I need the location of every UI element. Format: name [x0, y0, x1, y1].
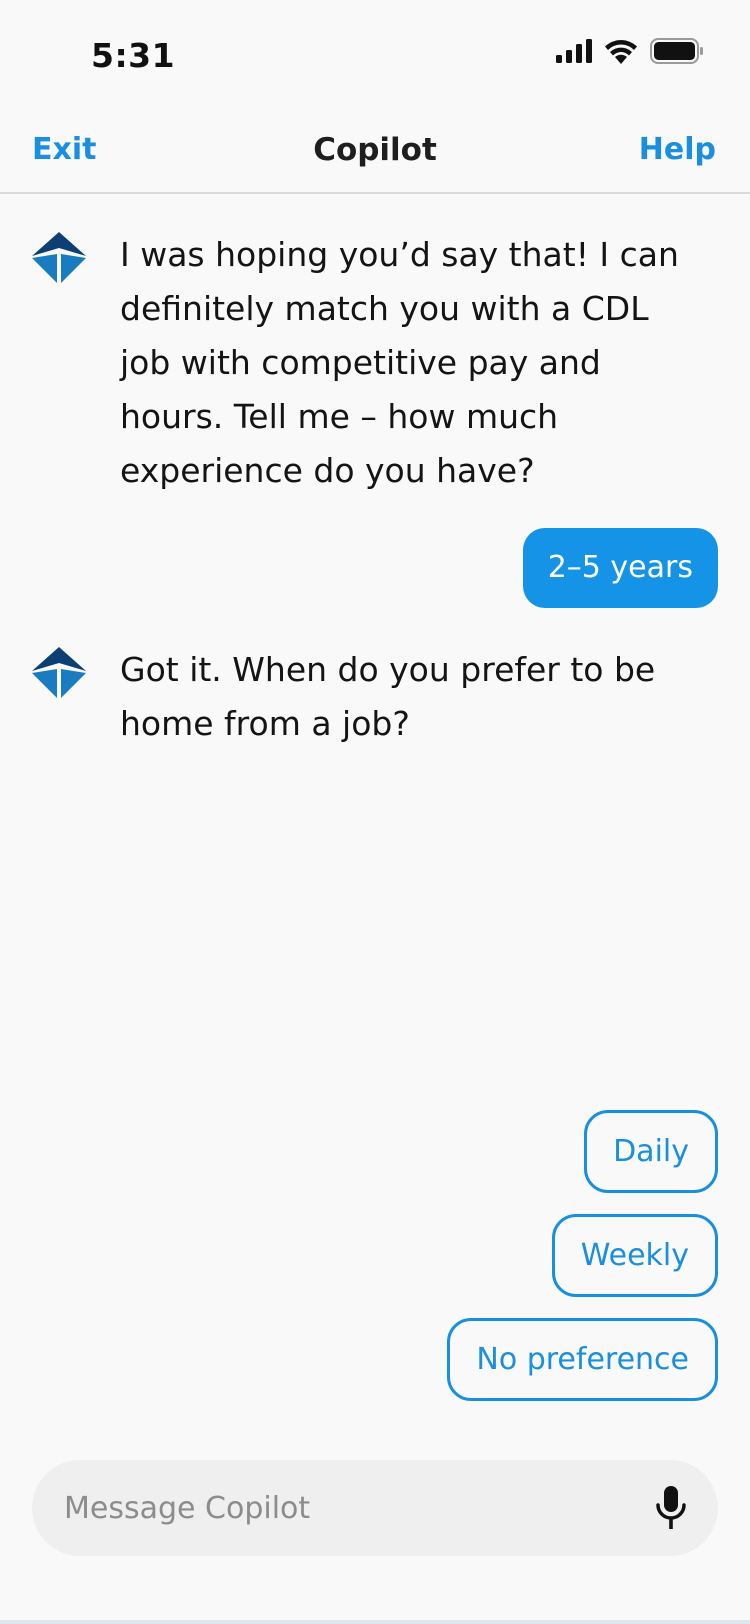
- quick-reply-weekly[interactable]: Weekly: [551, 1214, 718, 1297]
- wifi-icon: [605, 39, 637, 64]
- page-title: Copilot: [313, 132, 437, 168]
- message-composer: [32, 1460, 718, 1556]
- status-time: 5:31: [91, 36, 176, 75]
- status-bar: 5:31: [0, 0, 750, 110]
- copilot-logo-icon: [32, 647, 86, 698]
- microphone-icon[interactable]: [656, 1486, 686, 1530]
- bot-message: I was hoping you’d say that! I can defin…: [30, 228, 720, 498]
- quick-reply-daily[interactable]: Daily: [584, 1110, 718, 1193]
- bot-message: Got it. When do you prefer to be home fr…: [30, 643, 720, 751]
- quick-reply-no-preference[interactable]: No preference: [447, 1318, 718, 1401]
- bot-message-text: Got it. When do you prefer to be home fr…: [120, 650, 656, 743]
- message-input[interactable]: [64, 1460, 624, 1556]
- nav-bar: Exit Copilot Help: [0, 120, 750, 194]
- user-message-bubble: 2–5 years: [522, 528, 718, 608]
- bot-message-text: I was hoping you’d say that! I can defin…: [120, 235, 679, 490]
- quick-replies: Daily Weekly No preference: [447, 1110, 718, 1401]
- home-indicator-line: [0, 1620, 750, 1624]
- status-icons: [556, 38, 704, 64]
- help-button[interactable]: Help: [639, 132, 716, 167]
- copilot-logo-icon: [32, 232, 86, 283]
- battery-icon: [650, 38, 703, 64]
- chat-screen: 5:31 Exit Copilot Help I was hoping you’…: [0, 0, 750, 1624]
- cellular-signal-icon: [556, 39, 592, 63]
